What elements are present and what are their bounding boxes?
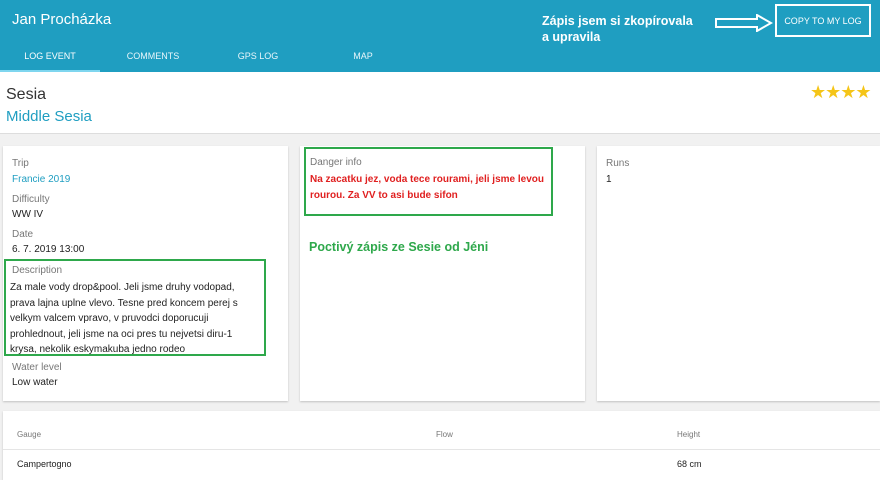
annotation-line-2: a upravila [542,30,601,44]
annotation-note: Poctivý zápis ze Sesie od Jéni [309,240,489,254]
app-title: Jan Procházka [12,11,112,28]
difficulty-label: Difficulty [12,194,50,205]
flow-column-header: Flow [436,430,453,439]
table-divider [3,449,880,450]
river-section-link[interactable]: Middle Sesia [6,108,92,125]
tab-map[interactable]: MAP [313,40,413,72]
star-rating-icon: ★★★★ [810,82,872,102]
tab-gps-log[interactable]: GPS LOG [208,40,308,72]
runs-value: 1 [606,174,612,185]
description-label: Description [12,265,63,276]
date-label: Date [12,229,34,240]
app-header: Jan Procházka LOG EVENT COMMENTS GPS LOG… [0,0,880,72]
date-value: 6. 7. 2019 13:00 [12,244,85,255]
gauge-cell: Campertogno [17,459,72,469]
river-title-section: Sesia Middle Sesia ★★★★ [0,72,880,134]
tab-bar: LOG EVENT COMMENTS GPS LOG MAP [0,40,880,72]
tab-log-event[interactable]: LOG EVENT [0,40,100,72]
runs-label: Runs [606,158,630,169]
tab-comments[interactable]: COMMENTS [103,40,203,72]
trip-label: Trip [12,158,29,169]
runs-card [597,146,880,401]
arrow-right-icon [715,14,773,32]
difficulty-value: WW IV [12,209,44,220]
danger-info-label: Danger info [310,157,362,168]
gauge-column-header: Gauge [17,430,42,439]
danger-info-value: Na zacatku jez, voda tece rourami, jeli … [310,174,544,201]
annotation-line-1: Zápis jsem si zkopírovala [542,14,693,28]
copy-to-my-log-button[interactable]: COPY TO MY LOG [775,4,871,37]
river-name: Sesia [6,86,47,103]
trip-link[interactable]: Francie 2019 [12,174,70,185]
annotation-text: Zápis jsem si zkopírovala a upravila [542,13,712,45]
description-value: Za male vody drop&pool. Jeli jsme druhy … [10,282,238,355]
water-level-value: Low water [12,377,58,388]
height-cell: 68 cm [677,459,702,469]
height-column-header: Height [677,430,701,439]
gauge-table: Gauge Flow Height Campertogno 68 cm [3,411,880,480]
water-level-label: Water level [12,362,62,373]
